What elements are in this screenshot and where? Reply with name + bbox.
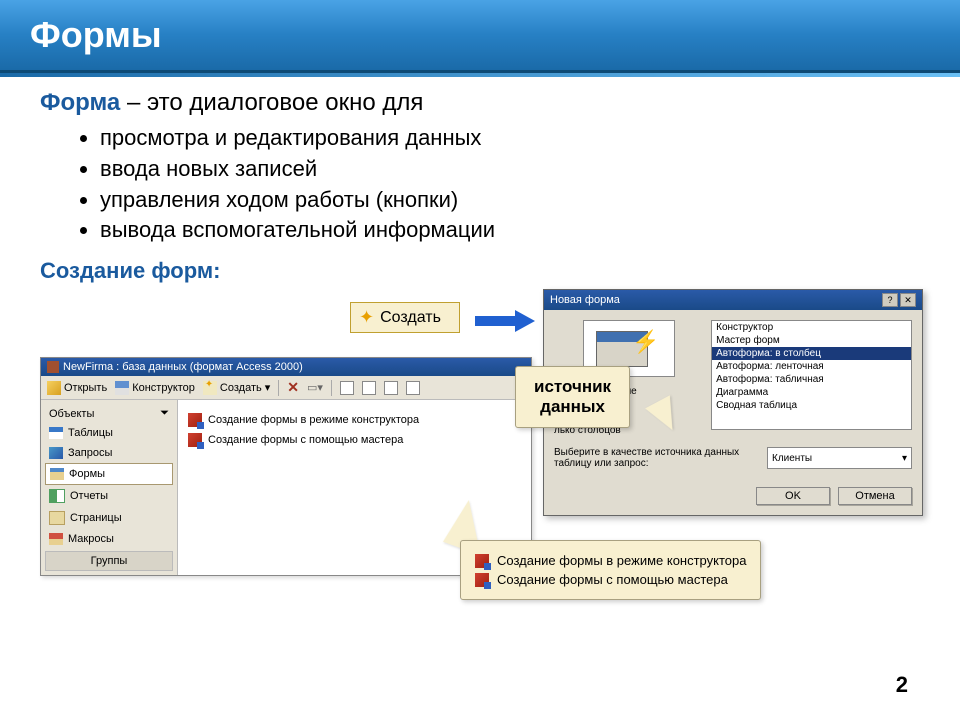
report-icon xyxy=(49,489,65,503)
source-combobox[interactable]: Клиенты▾ xyxy=(767,447,912,469)
table-icon xyxy=(49,427,63,439)
sidebar-groups[interactable]: Группы xyxy=(45,551,173,571)
sidebar-item-macros[interactable]: Макросы xyxy=(45,529,173,549)
open-icon xyxy=(47,381,61,395)
bullet-item: просмотра и редактирования данных xyxy=(100,123,920,154)
list-item[interactable]: Автоформа: в столбец xyxy=(712,347,911,360)
subtitle: Создание форм: xyxy=(40,258,920,284)
db-title-icon xyxy=(47,361,59,373)
ok-button[interactable]: OK xyxy=(756,487,830,505)
sparkle-icon: ✦ xyxy=(359,307,374,328)
help-icon[interactable]: ? xyxy=(882,293,898,307)
callout-source: источник данных xyxy=(515,366,630,428)
newform-options-list[interactable]: Конструктор Мастер форм Автоформа: в сто… xyxy=(711,320,912,430)
list-item[interactable]: Создание формы в режиме конструктора xyxy=(188,410,521,430)
db-body: Объекты⏷ Таблицы Запросы Формы Отчеты Ст… xyxy=(41,400,531,575)
window-controls: ? ✕ xyxy=(882,293,916,307)
arrow-icon xyxy=(475,310,535,332)
toolbar-new[interactable]: Создать▾ xyxy=(203,381,270,395)
close-icon[interactable]: ✕ xyxy=(900,293,916,307)
sidebar-header: Объекты⏷ xyxy=(45,404,173,423)
wizard-icon xyxy=(188,413,202,427)
list-item[interactable]: Создание формы с помощью мастера xyxy=(188,430,521,450)
list-item[interactable]: Мастер форм xyxy=(712,334,911,347)
list-item: Создание формы в режиме конструктора xyxy=(475,551,746,570)
chevron-icon: ⏷ xyxy=(160,407,169,420)
db-sidebar: Объекты⏷ Таблицы Запросы Формы Отчеты Ст… xyxy=(41,400,178,575)
definition-text: – это диалоговое окно для xyxy=(120,89,423,116)
create-button[interactable]: ✦ Создать xyxy=(350,302,460,333)
slide-title: Формы xyxy=(30,14,162,55)
diagram-canvas: ✦ Создать NewFirma : база данных (формат… xyxy=(40,292,920,672)
wizard-icon xyxy=(188,433,202,447)
view-icon[interactable] xyxy=(362,381,376,395)
db-titlebar: NewFirma : база данных (формат Access 20… xyxy=(41,358,531,376)
toolbar-item[interactable]: ▭▾ xyxy=(307,381,323,394)
list-item: Создание формы с помощью мастера xyxy=(475,570,746,589)
newform-footer: OK Отмена xyxy=(544,479,922,515)
view-icon[interactable] xyxy=(384,381,398,395)
db-toolbar: Открыть Конструктор Создать▾ ✕ ▭▾ xyxy=(41,376,531,400)
source-label: Выберите в качестве источника данных таб… xyxy=(554,447,762,469)
definition-bullets: просмотра и редактирования данных ввода … xyxy=(40,123,920,246)
sidebar-item-forms[interactable]: Формы xyxy=(45,463,173,485)
page-icon xyxy=(49,511,65,525)
slide-content: Форма – это диалоговое окно для просмотр… xyxy=(0,73,960,682)
db-title-text: NewFirma : база данных (формат Access 20… xyxy=(63,361,303,373)
sidebar-item-pages[interactable]: Страницы xyxy=(45,507,173,529)
separator xyxy=(331,380,332,396)
bullet-item: вывода вспомогательной информации xyxy=(100,215,920,246)
create-button-label: Создать xyxy=(380,309,441,327)
page-number: 2 xyxy=(896,672,908,698)
list-item[interactable]: Автоформа: табличная xyxy=(712,373,911,386)
query-icon xyxy=(49,447,63,459)
sidebar-item-reports[interactable]: Отчеты xyxy=(45,485,173,507)
view-icon[interactable] xyxy=(340,381,354,395)
macro-icon xyxy=(49,533,63,545)
newform-bottom: Выберите в качестве источника данных таб… xyxy=(544,447,922,479)
design-icon xyxy=(115,381,129,395)
separator xyxy=(278,380,279,396)
delete-icon[interactable]: ✕ xyxy=(287,379,299,396)
wizard-icon xyxy=(475,554,489,568)
newform-title: Новая форма xyxy=(550,294,620,306)
form-icon xyxy=(50,468,64,480)
view-icon[interactable] xyxy=(406,381,420,395)
list-item[interactable]: Сводная таблица xyxy=(712,399,911,412)
bullet-item: ввода новых записей xyxy=(100,154,920,185)
list-item[interactable]: Автоформа: ленточная xyxy=(712,360,911,373)
callout-list: Создание формы в режиме конструктора Соз… xyxy=(460,540,761,600)
definition-line: Форма – это диалоговое окно для xyxy=(40,89,920,117)
toolbar-open[interactable]: Открыть xyxy=(47,381,107,395)
list-item[interactable]: Диаграмма xyxy=(712,386,911,399)
chevron-down-icon: ▾ xyxy=(902,453,907,464)
dropdown-icon: ▾ xyxy=(265,381,271,394)
new-icon xyxy=(203,381,217,395)
bullet-item: управления ходом работы (кнопки) xyxy=(100,185,920,216)
slide-header: Формы xyxy=(0,0,960,73)
definition-term: Форма xyxy=(40,89,120,116)
newform-titlebar: Новая форма ? ✕ xyxy=(544,290,922,310)
toolbar-design[interactable]: Конструктор xyxy=(115,381,195,395)
list-item[interactable]: Конструктор xyxy=(712,321,911,334)
sidebar-item-tables[interactable]: Таблицы xyxy=(45,423,173,443)
sidebar-item-queries[interactable]: Запросы xyxy=(45,443,173,463)
cancel-button[interactable]: Отмена xyxy=(838,487,912,505)
wizard-icon xyxy=(475,573,489,587)
